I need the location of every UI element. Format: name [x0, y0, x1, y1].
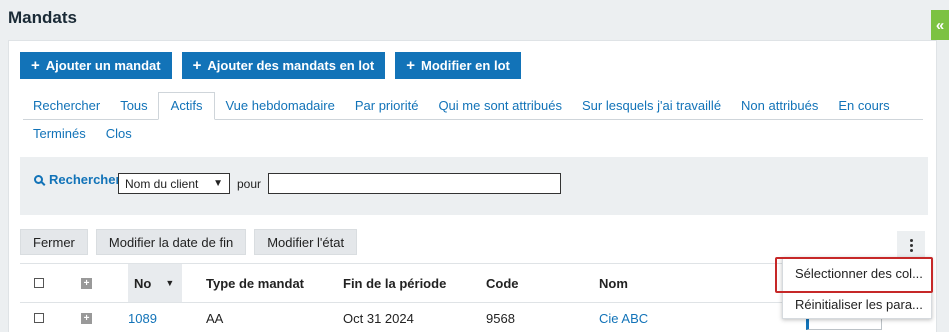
column-header-code[interactable]: Code: [486, 264, 519, 302]
toolbar: + Ajouter un mandat + Ajouter des mandat…: [20, 52, 521, 79]
search-field-select[interactable]: Nom du client ▼: [118, 173, 230, 194]
row-period-end: Oct 31 2024: [343, 310, 414, 326]
tab-clos[interactable]: Clos: [96, 126, 142, 141]
add-mandate-button[interactable]: + Ajouter un mandat: [20, 52, 172, 79]
row-no-link[interactable]: 1089: [128, 303, 157, 332]
tab-tous[interactable]: Tous: [110, 98, 157, 119]
tab-en-cours[interactable]: En cours: [828, 98, 899, 119]
plus-icon: +: [31, 57, 40, 74]
page-title: Mandats: [8, 8, 77, 27]
row-name-link[interactable]: Cie ABC: [599, 303, 648, 332]
view-tabs: Rechercher Tous Actifs Vue hebdomadaire …: [23, 91, 923, 145]
tab-sur-lesquels-jai-travaille[interactable]: Sur lesquels j'ai travaillé: [572, 98, 731, 119]
collapse-panel-button[interactable]: «: [931, 10, 949, 40]
close-button[interactable]: Fermer: [20, 229, 88, 255]
tab-par-priorite[interactable]: Par priorité: [345, 98, 429, 119]
select-all-checkbox[interactable]: [34, 278, 44, 288]
menu-item-reset-settings[interactable]: Réinitialiser les para...: [783, 289, 931, 320]
search-label[interactable]: Rechercher: [34, 172, 121, 187]
kebab-dot: [909, 238, 913, 242]
search-connector-label: pour: [237, 177, 262, 191]
row-code: 9568: [486, 310, 515, 326]
tab-rechercher[interactable]: Rechercher: [23, 98, 110, 119]
sort-desc-icon: ▼: [165, 278, 175, 288]
magnifier-icon: [34, 175, 43, 184]
edit-status-button[interactable]: Modifier l'état: [254, 229, 358, 255]
edit-end-date-button[interactable]: Modifier la date de fin: [95, 229, 247, 255]
column-header-period-end[interactable]: Fin de la période: [343, 264, 446, 302]
more-options-button[interactable]: [897, 231, 925, 259]
kebab-dot: [909, 243, 913, 247]
column-header-name[interactable]: Nom: [599, 264, 628, 302]
row-checkbox[interactable]: [34, 313, 44, 323]
expand-all-icon[interactable]: +: [81, 277, 92, 289]
more-options-menu: Sélectionner des col... Réinitialiser le…: [782, 257, 932, 319]
batch-edit-button[interactable]: + Modifier en lot: [395, 52, 521, 79]
action-bar: Fermer Modifier la date de fin Modifier …: [20, 229, 358, 255]
expand-row-icon[interactable]: +: [81, 312, 92, 324]
menu-item-select-columns[interactable]: Sélectionner des col...: [783, 258, 931, 289]
search-input[interactable]: [268, 173, 561, 194]
tab-qui-me-sont-attribues[interactable]: Qui me sont attribués: [428, 98, 572, 119]
tab-non-attribues[interactable]: Non attribués: [731, 98, 828, 119]
tab-vue-hebdomadaire[interactable]: Vue hebdomadaire: [215, 98, 344, 119]
kebab-dot: [909, 248, 913, 252]
search-box: Rechercher Nom du client ▼ pour: [20, 157, 928, 215]
add-mandates-batch-button[interactable]: + Ajouter des mandats en lot: [181, 52, 386, 79]
column-header-type[interactable]: Type de mandat: [206, 264, 304, 302]
tab-termines[interactable]: Terminés: [23, 126, 96, 141]
row-type: AA: [206, 310, 224, 326]
tab-actifs[interactable]: Actifs: [157, 92, 216, 120]
plus-icon: +: [406, 57, 416, 74]
chevron-down-icon: ▼: [213, 178, 223, 189]
column-header-no[interactable]: No ▼: [128, 264, 182, 302]
plus-icon: +: [192, 57, 202, 74]
double-chevron-left-icon: «: [935, 16, 945, 34]
